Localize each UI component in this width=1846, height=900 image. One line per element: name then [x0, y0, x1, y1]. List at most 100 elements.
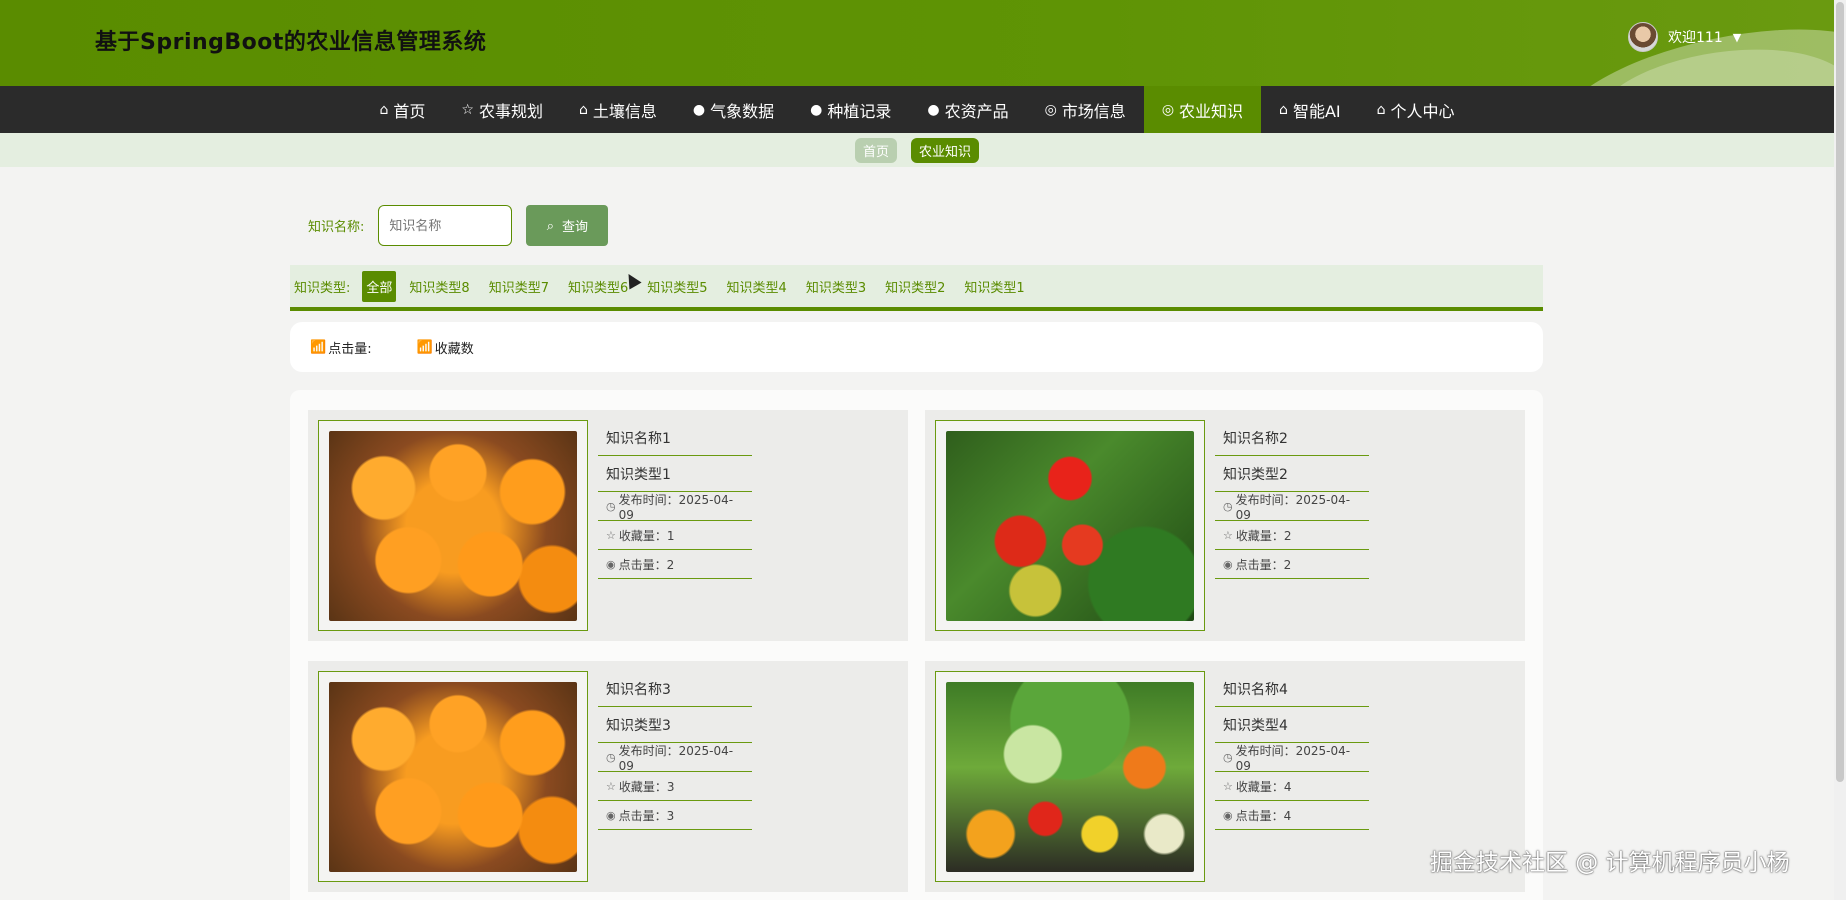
question-icon: ● — [810, 101, 823, 118]
card-info: 知识名称1 知识类型1 ◷ 发布时间：2025-04-09 ☆ 收藏量：1 ◉ 点击量… — [598, 420, 752, 579]
clock-icon: ◷ — [606, 750, 616, 764]
star-icon: ☆ — [1223, 528, 1233, 542]
nav-item-ai[interactable]: ⌂ 智能AI — [1261, 86, 1359, 133]
info-icon: ● — [927, 101, 940, 118]
card-favorites: ☆ 收藏量：1 — [598, 521, 752, 550]
avatar[interactable] — [1628, 22, 1658, 52]
search-label: 知识名称: — [308, 220, 365, 235]
card-image-frame[interactable] — [318, 671, 588, 882]
loquat-fruits-image[interactable] — [329, 682, 577, 872]
site-header: 基于SpringBoot的农业信息管理系统 欢迎111 ▼ — [0, 0, 1834, 86]
card-favorites-text: 收藏量：2 — [1235, 528, 1292, 543]
type-filter-item[interactable]: 知识类型2 — [885, 277, 945, 296]
nav-item-soil[interactable]: ⌂ 土壤信息 — [561, 86, 675, 133]
watermark: 掘金技术社区 @ 计算机程序员小杨 — [1430, 850, 1790, 876]
tomato-plant-image[interactable] — [946, 431, 1194, 621]
nav-item-home[interactable]: ⌂ 首页 — [361, 86, 443, 133]
search-input[interactable] — [378, 205, 513, 246]
star-icon: ☆ — [1223, 779, 1233, 793]
type-filter-item[interactable]: 知识类型6 — [568, 277, 628, 296]
card-type: 知识类型2 — [1215, 456, 1369, 492]
star-icon: ☆ — [461, 101, 474, 118]
clock-icon: ◷ — [1223, 750, 1233, 764]
card-image-frame[interactable] — [935, 420, 1205, 631]
card-date: ◷ 发布时间：2025-04-09 — [598, 492, 752, 522]
home-icon: ⌂ — [1376, 101, 1386, 118]
card-favorites: ☆ 收藏量：4 — [1215, 772, 1369, 801]
card-image-frame[interactable] — [935, 671, 1205, 882]
card-clicks-text: 点击量：4 — [1235, 808, 1292, 823]
nav-item-label: 气象数据 — [710, 101, 775, 121]
nav-item-farm-planning[interactable]: ☆ 农事规划 — [443, 86, 561, 133]
mixed-vegetables-image[interactable] — [946, 682, 1194, 872]
user-menu[interactable]: 欢迎111 ▼ — [1628, 22, 1741, 52]
card-info: 知识名称2 知识类型2 ◷ 发布时间：2025-04-09 ☆ 收藏量：2 ◉ 点击量… — [1215, 420, 1369, 579]
site-title: 基于SpringBoot的农业信息管理系统 — [95, 30, 487, 55]
card-clicks-text: 点击量：2 — [618, 557, 675, 572]
nav-item-knowledge[interactable]: ◎ 农业知识 — [1143, 86, 1262, 133]
breadcrumb: 首页 农业知识 — [0, 133, 1834, 167]
nav-item-label: 市场信息 — [1061, 101, 1126, 121]
eye-icon: ◉ — [606, 557, 616, 571]
sort-by-favorites[interactable]: 📶 收藏数 — [417, 338, 474, 357]
card-date-text: 发布时间：2025-04-09 — [618, 492, 734, 522]
nav-item-label: 土壤信息 — [592, 101, 657, 121]
card-favorites: ☆ 收藏量：3 — [598, 772, 752, 801]
loquat-fruits-image[interactable] — [329, 431, 577, 621]
breadcrumb-current: 农业知识 — [911, 137, 980, 163]
card-clicks: ◉ 点击量：2 — [598, 550, 752, 579]
scrollbar-thumb[interactable] — [1836, 2, 1844, 782]
card-favorites: ☆ 收藏量：2 — [1215, 521, 1369, 550]
card-clicks-text: 点击量：2 — [1235, 557, 1292, 572]
home-icon: ⌂ — [379, 101, 389, 118]
knowledge-card[interactable]: 知识名称3 知识类型3 ◷ 发布时间：2025-04-09 ☆ 收藏量：3 ◉ 点击量… — [308, 661, 908, 892]
star-icon: ☆ — [606, 528, 616, 542]
type-filter-item[interactable]: 知识类型4 — [727, 277, 787, 296]
type-filter-item[interactable]: 知识类型8 — [409, 277, 469, 296]
type-filter-item[interactable]: 知识类型7 — [489, 277, 549, 296]
card-type: 知识类型3 — [598, 707, 752, 743]
eye-icon: ◉ — [1223, 808, 1233, 822]
nav-item-label: 种植记录 — [827, 101, 892, 121]
search-icon: ⌕ — [546, 217, 555, 233]
type-filter-label: 知识类型: — [294, 280, 351, 296]
type-filter-item[interactable]: 知识类型5 — [647, 277, 707, 296]
card-title[interactable]: 知识名称1 — [598, 420, 752, 456]
nav-item-planting[interactable]: ● 种植记录 — [792, 86, 909, 133]
card-clicks-text: 点击量：3 — [618, 808, 675, 823]
knowledge-card[interactable]: 知识名称1 知识类型1 ◷ 发布时间：2025-04-09 ☆ 收藏量：1 ◉ 点击量… — [308, 410, 908, 641]
nav-item-label: 农业知识 — [1179, 101, 1244, 121]
chart-icon: 📶 — [310, 339, 327, 355]
info-icon: ● — [692, 101, 706, 118]
nav-item-products[interactable]: ● 农资产品 — [909, 86, 1026, 133]
card-title[interactable]: 知识名称2 — [1215, 420, 1369, 456]
nav-item-profile[interactable]: ⌂ 个人中心 — [1359, 86, 1473, 133]
card-type: 知识类型4 — [1215, 707, 1369, 743]
sort-by-clicks[interactable]: 📶 点击量: — [310, 338, 372, 357]
nav-item-label: 首页 — [393, 101, 426, 121]
star-icon: ☆ — [606, 779, 616, 793]
nav-item-label: 智能AI — [1292, 101, 1341, 121]
card-title[interactable]: 知识名称3 — [598, 671, 752, 707]
card-clicks: ◉ 点击量：4 — [1215, 801, 1369, 830]
breadcrumb-home[interactable]: 首页 — [854, 137, 897, 163]
nav-item-label: 农资产品 — [944, 101, 1009, 121]
type-filter-all[interactable]: 全部 — [362, 270, 397, 302]
clock-icon: ◷ — [606, 499, 616, 513]
type-filter-item[interactable]: 知识类型1 — [964, 277, 1024, 296]
nav-item-market[interactable]: ◎ 市场信息 — [1027, 86, 1144, 133]
type-filter-item[interactable]: 知识类型3 — [806, 277, 866, 296]
welcome-text[interactable]: 欢迎111 — [1668, 27, 1723, 47]
search-button[interactable]: ⌕ 查询 — [526, 205, 609, 246]
knowledge-card[interactable]: 知识名称2 知识类型2 ◷ 发布时间：2025-04-09 ☆ 收藏量：2 ◉ 点击量… — [925, 410, 1525, 641]
nav-item-weather[interactable]: ● 气象数据 — [675, 86, 792, 133]
card-image-frame[interactable] — [318, 420, 588, 631]
search-form: 知识名称: ⌕ 查询 — [308, 205, 609, 246]
card-favorites-text: 收藏量：1 — [618, 528, 675, 543]
scrollbar[interactable] — [1834, 0, 1846, 900]
card-title[interactable]: 知识名称4 — [1215, 671, 1369, 707]
main-nav: ⌂ 首页 ☆ 农事规划 ⌂ 土壤信息 ● 气象数据 ● 种植记录 ● 农资产品 ◎ 市场信息 … — [0, 86, 1834, 133]
card-date-text: 发布时间：2025-04-09 — [1235, 492, 1351, 522]
card-clicks: ◉ 点击量：2 — [1215, 550, 1369, 579]
caret-down-icon[interactable]: ▼ — [1733, 31, 1741, 44]
